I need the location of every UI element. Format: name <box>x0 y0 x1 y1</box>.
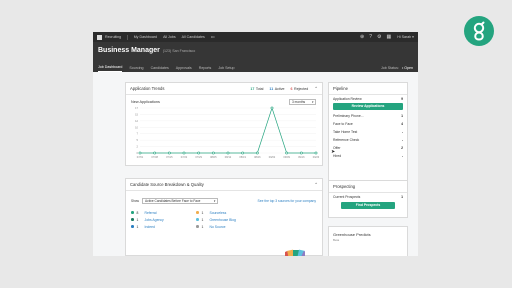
data-point <box>167 151 171 155</box>
prospecting-card: Prospecting Current Prospects 1 Find Pros… <box>328 180 408 218</box>
data-point <box>182 151 186 155</box>
list-item: 1 Indeed <box>131 223 164 230</box>
source-breakdown-card: Candidate Source Breakdown & Quality ⌃ S… <box>125 178 323 256</box>
greenhouse-logo-icon <box>464 16 494 46</box>
data-point <box>226 151 230 155</box>
nav-recruiting[interactable]: Recruiting <box>105 35 121 39</box>
x-tick-label: 08/26 <box>254 155 261 159</box>
show-label: Show <box>131 199 139 203</box>
add-icon[interactable]: ⊕ <box>360 34 364 40</box>
job-title: Business Manager <box>98 47 160 54</box>
data-point <box>138 151 142 155</box>
y-tick-label: 5 <box>137 138 139 142</box>
card-title: Candidate Source Breakdown & Quality <box>130 182 204 187</box>
x-tick-label: 07/22 <box>181 155 188 159</box>
x-tick-label: 08/05 <box>210 155 217 159</box>
settings-icon[interactable]: ⚙ <box>377 34 381 40</box>
pipeline-row[interactable]: Hired - <box>329 152 407 160</box>
tab-approvals[interactable]: Approvals <box>176 64 192 72</box>
y-tick-label: 15 <box>135 112 138 116</box>
color-swatch-fan-icon <box>285 249 305 256</box>
list-item: 1 Greenhouse Blog <box>196 216 236 223</box>
data-point <box>255 151 259 155</box>
nav-my-dashboard[interactable]: My Dashboard <box>134 35 157 39</box>
new-applications-chart: 17 15 12 10 7 5 2 007/01 07/08 07/15 07/22 07/29 08/… <box>135 106 320 159</box>
source-list-right: 1 Sourceless 1 Greenhouse Blog 1 No Source <box>196 209 236 230</box>
grid-icon[interactable]: ▦ <box>386 34 391 40</box>
find-prospects-button[interactable]: Find Prospects <box>341 202 395 209</box>
nav-divider <box>127 34 128 40</box>
pipeline-row[interactable]: Face to Face 4 <box>329 120 407 128</box>
x-tick-label: 07/15 <box>166 155 173 159</box>
list-item: 1 No Source <box>196 223 236 230</box>
y-tick-label: 7 <box>137 132 139 136</box>
tab-candidates[interactable]: Candidates <box>151 64 169 72</box>
top-sources-link[interactable]: See the top 3 sources for your company <box>258 199 316 203</box>
app-window: Recruiting My Dashboard All Jobs All Can… <box>93 32 418 256</box>
nav-all-jobs[interactable]: All Jobs <box>163 35 176 39</box>
x-tick-label: 07/08 <box>151 155 158 159</box>
data-point <box>270 106 274 110</box>
candidate-filter-select[interactable]: Active Candidates Before Face to Face ▾ <box>141 198 218 204</box>
list-item: 1 Jobs Agency <box>131 216 164 223</box>
card-title: Prospecting <box>333 184 356 189</box>
source-list-left: 8 Referral 1 Jobs Agency 1 Indeed <box>131 209 164 230</box>
x-tick-label: 08/19 <box>239 155 246 159</box>
tab-job-dashboard[interactable]: Job Dashboard <box>98 63 123 72</box>
list-item: 8 Referral <box>131 209 164 216</box>
x-tick-label: 09/23 <box>313 155 320 159</box>
y-tick-label: 17 <box>135 106 138 110</box>
collapse-icon[interactable]: ⌃ <box>314 182 318 188</box>
app-home-icon[interactable] <box>97 34 102 40</box>
pipeline-row[interactable]: Offer 2 <box>329 144 407 152</box>
job-location: (123) San Francisco <box>162 49 196 53</box>
y-tick-label: 12 <box>135 119 138 123</box>
series-line <box>140 106 316 154</box>
pipeline-row[interactable]: Preliminary Phone... 1 <box>329 112 407 120</box>
user-menu[interactable]: Hi Sarah ▾ <box>397 35 414 39</box>
top-nav-bar: Recruiting My Dashboard All Jobs All Can… <box>93 32 418 42</box>
current-prospects-row[interactable]: Current Prospects 1 <box>329 193 407 201</box>
x-tick-label: 09/02 <box>269 155 276 159</box>
x-tick-label: 09/16 <box>298 155 305 159</box>
beta-label: Beta <box>333 238 340 242</box>
data-point <box>153 151 157 155</box>
y-tick-label: 0 <box>137 151 139 155</box>
x-tick-label: 08/12 <box>225 155 232 159</box>
job-tabs: Job Dashboard Sourcing Candidates Approv… <box>93 63 418 72</box>
data-point <box>299 151 303 155</box>
nav-all-candidates[interactable]: All Candidates <box>182 35 205 39</box>
help-icon[interactable]: ? <box>369 34 372 40</box>
pipeline-row[interactable]: Take Home Test - <box>329 128 407 136</box>
list-item: 1 Sourceless <box>196 209 236 216</box>
job-header: Business Manager (123) San Francisco Job… <box>93 42 418 72</box>
application-trends-card: Application Trends 17 Total 11 Active 6 Rej… <box>125 82 323 166</box>
data-point <box>197 151 201 155</box>
mouse-cursor-icon: ➤ <box>331 149 336 155</box>
data-point <box>241 151 245 155</box>
card-title: Pipeline <box>333 86 348 91</box>
nav-more[interactable]: ••• <box>211 35 215 39</box>
data-point <box>285 151 289 155</box>
review-applications-button[interactable]: Review Applications <box>333 103 403 110</box>
x-tick-label: 09/09 <box>283 155 290 159</box>
data-point <box>314 151 318 155</box>
job-status-value[interactable]: • Open <box>402 66 413 70</box>
y-tick-label: 2 <box>137 145 139 149</box>
y-tick-label: 10 <box>135 125 138 129</box>
chevron-down-icon: ▾ <box>213 199 216 203</box>
tab-sourcing[interactable]: Sourcing <box>129 64 143 72</box>
tab-job-setup[interactable]: Job Setup <box>218 64 234 72</box>
job-status-label: Job Status: <box>380 65 399 70</box>
data-point <box>211 151 215 155</box>
x-tick-label: 07/01 <box>137 155 144 159</box>
card-title: Greenhouse Predicts <box>333 232 371 237</box>
x-tick-label: 07/29 <box>195 155 202 159</box>
predicts-card: Greenhouse Predicts Beta <box>328 226 408 256</box>
pipeline-row-application-review[interactable]: Application Review 9 <box>329 95 407 103</box>
tab-reports[interactable]: Reports <box>199 64 212 72</box>
pipeline-row[interactable]: Reference Check - <box>329 136 407 144</box>
